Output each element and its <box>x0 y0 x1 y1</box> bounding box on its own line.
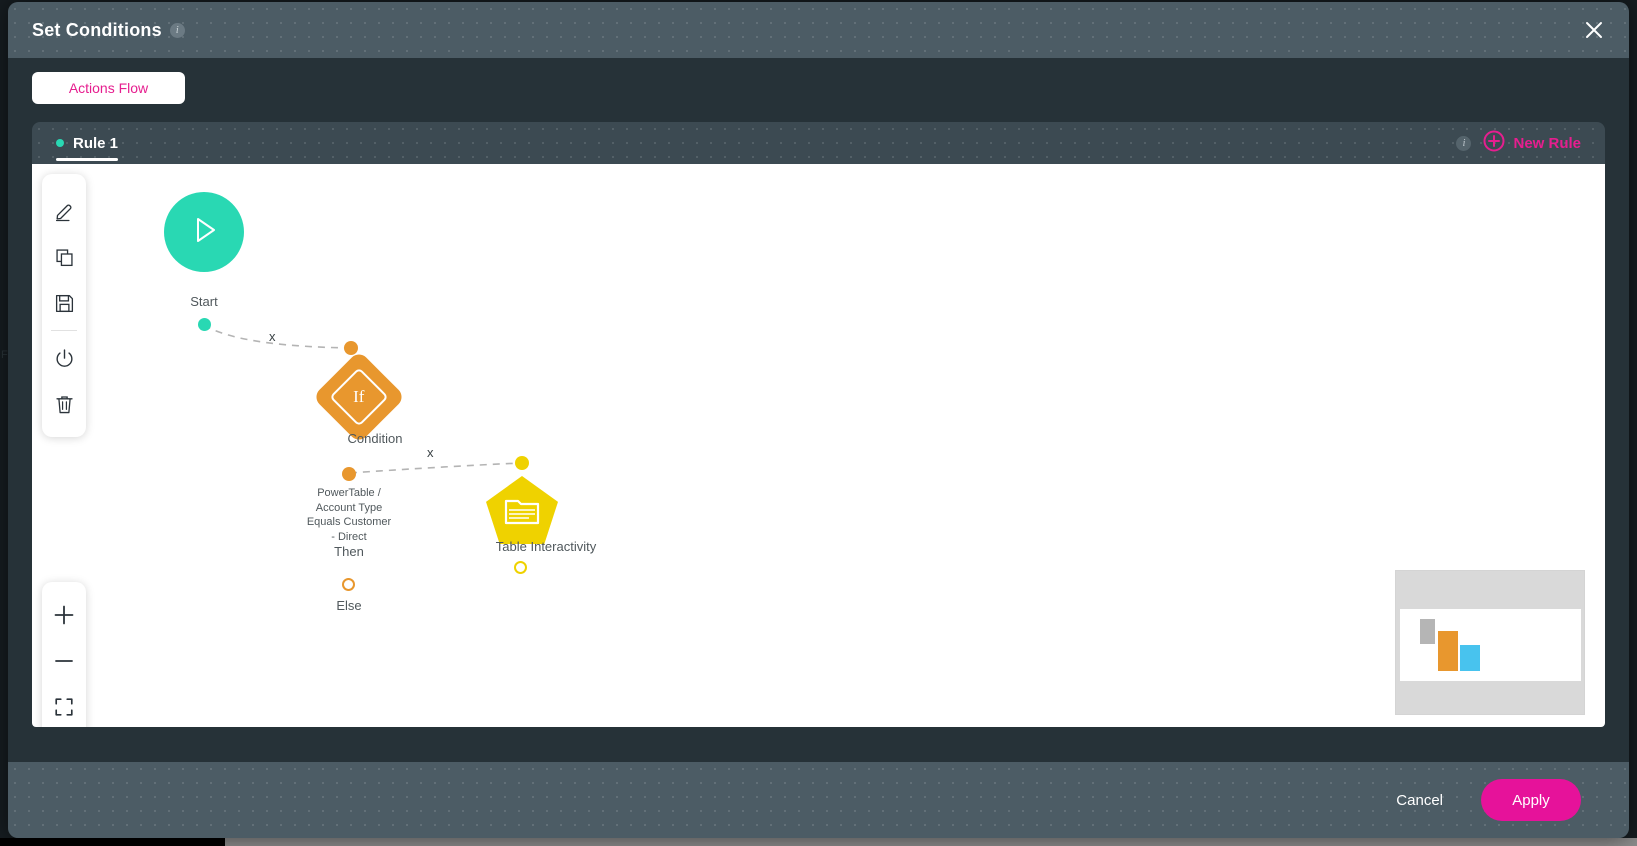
play-icon <box>187 213 221 252</box>
condition-expression-line-3: Equals Customer <box>306 516 392 528</box>
rule-tab-strip: Rule 1 i New Rule <box>32 122 1605 164</box>
flow-node-start[interactable] <box>164 192 244 272</box>
pencil-icon[interactable] <box>42 188 86 234</box>
condition-expression-line-1: PowerTable / <box>317 487 381 499</box>
minimap-viewport[interactable] <box>1400 609 1581 681</box>
flow-connectors <box>203 324 523 474</box>
zoom-in-icon[interactable] <box>42 592 86 638</box>
mini-node-table <box>1460 645 1480 671</box>
power-icon[interactable] <box>42 335 86 381</box>
bottom-scrollbar-gutter <box>0 838 225 846</box>
flow-node-start-label: Start <box>190 294 218 309</box>
connector-marker-1[interactable]: x <box>269 329 276 344</box>
rule-strip-actions: i New Rule <box>1456 130 1581 157</box>
save-icon[interactable] <box>42 280 86 326</box>
plus-circle-icon <box>1483 130 1505 157</box>
branch-else-label: Else <box>336 598 362 613</box>
dialog-header: Set Conditions i <box>8 2 1629 58</box>
condition-expression-line-2: Account Type <box>315 501 383 514</box>
tab-actions-flow-label: Actions Flow <box>68 80 149 96</box>
flow-port-condition-else[interactable] <box>342 578 355 591</box>
rule-info-icon[interactable]: i <box>1456 135 1472 151</box>
tab-rule-1[interactable]: Rule 1 <box>56 122 119 164</box>
rule-status-dot <box>56 139 64 147</box>
apply-button[interactable]: Apply <box>1481 779 1581 821</box>
dialog-footer: Cancel Apply <box>8 762 1629 838</box>
branch-then-label: Then <box>334 544 364 559</box>
copy-icon[interactable] <box>42 234 86 280</box>
flow-node-condition[interactable]: If <box>312 350 406 444</box>
flow-port-table-out[interactable] <box>514 561 527 574</box>
flow-port-condition-in[interactable] <box>344 341 358 355</box>
info-icon[interactable]: i <box>169 22 185 38</box>
zoom-out-icon[interactable] <box>42 638 86 684</box>
flow-port-table-in[interactable] <box>515 456 529 470</box>
connector-marker-2[interactable]: x <box>427 445 434 460</box>
mini-node-condition <box>1438 631 1458 671</box>
flow-node-table-label: Table Interactivity <box>495 539 597 554</box>
table-window-icon <box>504 496 540 531</box>
bottom-scrollbar[interactable] <box>225 838 1637 846</box>
mini-node-start <box>1420 619 1435 644</box>
toolbar-divider <box>51 330 77 331</box>
add-rule-label: New Rule <box>1513 134 1581 152</box>
flow-port-start-out[interactable] <box>198 318 211 331</box>
trash-icon[interactable] <box>42 381 86 427</box>
connector-condition-to-table <box>349 462 523 474</box>
flow-toolbar-zoom <box>42 582 86 727</box>
rule-tab-label: Rule 1 <box>73 134 119 152</box>
flow-node-table-interactivity[interactable] <box>486 476 558 544</box>
condition-expression: PowerTable / Account Type Equals Custome… <box>269 486 429 544</box>
close-icon[interactable] <box>1579 15 1609 45</box>
tab-actions-flow[interactable]: Actions Flow <box>32 72 185 104</box>
cancel-button[interactable]: Cancel <box>1396 792 1443 809</box>
page-title: Set Conditions <box>32 19 162 40</box>
flow-node-condition-label: Condition <box>347 431 403 446</box>
minimap[interactable] <box>1395 570 1585 715</box>
fit-screen-icon[interactable] <box>42 684 86 727</box>
flow-port-condition-then[interactable] <box>342 467 356 481</box>
if-icon: If <box>353 386 365 406</box>
set-conditions-dialog: Set Conditions i Actions Flow Rule 1 i N… <box>8 2 1629 838</box>
flow-toolbar-edit <box>42 174 86 437</box>
add-rule-button[interactable]: New Rule <box>1483 130 1581 157</box>
condition-expression-line-4: - Direct <box>331 530 367 543</box>
flow-tab-bar: Actions Flow <box>8 58 1629 122</box>
connector-start-to-condition <box>203 324 352 349</box>
flow-canvas[interactable]: x x Start If Condition PowerTable / Acco… <box>32 164 1605 727</box>
